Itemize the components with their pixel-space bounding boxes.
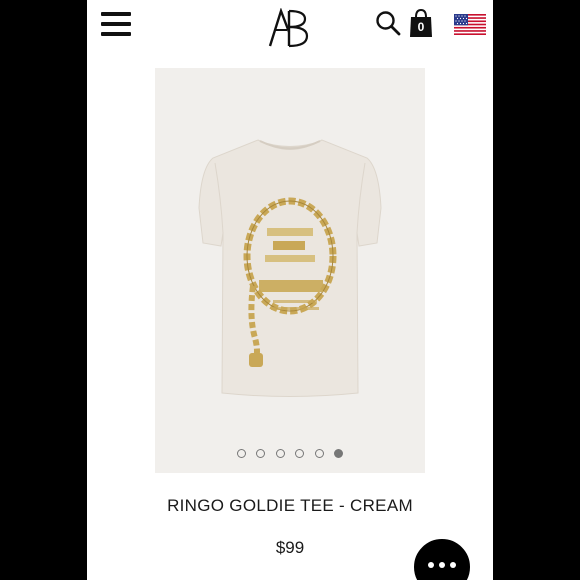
carousel-dot[interactable] [333,449,343,458]
bag-count: 0 [417,20,425,34]
product-title: RINGO GOLDIE TEE - CREAM [167,496,413,515]
us-flag-icon[interactable] [454,14,486,35]
product-page: 0 RINGO GOLDIE TEE - CREAM $99 [87,0,493,580]
carousel-dot[interactable] [295,449,305,458]
carousel-pagination [237,449,343,459]
carousel-dot[interactable] [237,449,246,458]
carousel-dot[interactable] [275,449,285,458]
product-image-carousel[interactable] [155,68,425,473]
shopping-bag-button[interactable]: 0 [409,8,433,38]
menu-icon-bar [101,32,131,36]
site-header: 0 [87,0,493,52]
search-icon[interactable] [375,10,401,36]
menu-button[interactable] [101,12,131,36]
carousel-dot[interactable] [314,449,324,458]
menu-icon-bar [101,12,131,16]
tshirt-image [198,139,382,397]
carousel-dot[interactable] [256,449,266,458]
menu-icon-bar [101,22,131,26]
chat-ellipsis-icon [428,562,456,570]
ab-logo-icon[interactable] [267,8,309,48]
